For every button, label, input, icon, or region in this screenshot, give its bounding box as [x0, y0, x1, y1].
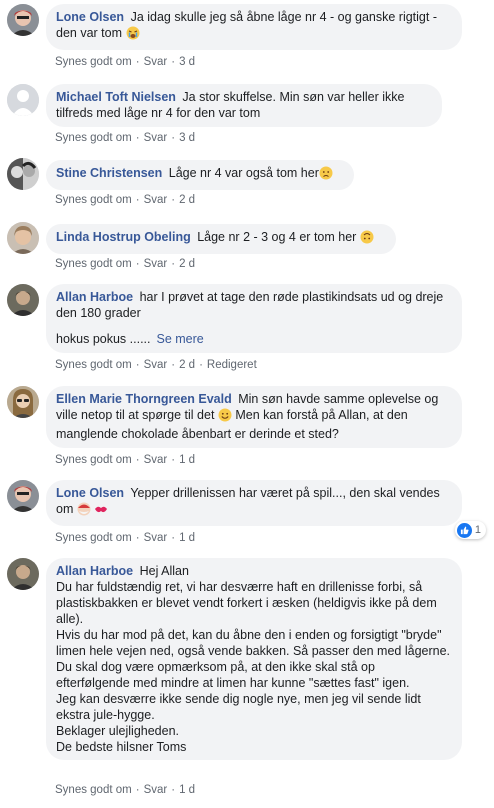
comment-time[interactable]: 1 d: [179, 784, 195, 796]
comment-bubble: Ellen Marie Thorngreen Evald Min søn hav…: [46, 386, 462, 448]
comment-time[interactable]: 1 d: [179, 454, 195, 466]
comment-bubble: Allan Harboe Hej Allan Du har fuldstændi…: [46, 558, 462, 760]
disappointed-face-emoji: [319, 166, 333, 184]
like-link[interactable]: Synes godt om: [55, 258, 132, 270]
comment-actions: Synes godt om · Svar · 1 d: [55, 784, 196, 796]
comment-bubble: Lone Olsen Ja idag skulle jeg så åbne lå…: [46, 4, 462, 50]
comment-author[interactable]: Allan Harboe: [56, 564, 133, 578]
comment-author[interactable]: Ellen Marie Thorngreen Evald: [56, 392, 232, 406]
avatar[interactable]: [7, 222, 39, 254]
reply-link[interactable]: Svar: [144, 258, 168, 270]
see-more-link[interactable]: Se mere: [157, 332, 204, 346]
smiling-face-emoji: [218, 408, 232, 426]
reply-link[interactable]: Svar: [144, 532, 168, 544]
like-link[interactable]: Synes godt om: [55, 359, 132, 371]
like-link[interactable]: Synes godt om: [55, 132, 132, 144]
comment-actions: Synes godt om · Svar · 3 d: [55, 56, 196, 68]
comment-time[interactable]: 1 d: [179, 532, 195, 544]
reply-link[interactable]: Svar: [144, 132, 168, 144]
reaction-badge[interactable]: 1: [454, 521, 486, 539]
comment-line: Hvis du har mod på det, kan du åbne den …: [56, 628, 451, 658]
comment-author[interactable]: Stine Christensen: [56, 166, 162, 180]
comment-time[interactable]: 2 d: [179, 359, 195, 371]
comment-time[interactable]: 2 d: [179, 258, 195, 270]
comment-bubble: Allan Harboe har I prøvet at tage den rø…: [46, 284, 462, 353]
reply-link[interactable]: Svar: [144, 194, 168, 206]
avatar[interactable]: [7, 284, 39, 316]
upside-down-face-emoji: [360, 230, 374, 248]
reply-link[interactable]: Svar: [144, 56, 168, 68]
comment-actions: Synes godt om · Svar · 2 d: [55, 194, 196, 206]
reply-link[interactable]: Svar: [144, 784, 168, 796]
avatar[interactable]: [7, 84, 39, 116]
comment-bubble: Stine Christensen Låge nr 4 var også tom…: [46, 160, 354, 190]
like-link[interactable]: Synes godt om: [55, 532, 132, 544]
comment-text-continued: hokus pokus ......: [56, 332, 151, 346]
like-link[interactable]: Synes godt om: [55, 56, 132, 68]
comment-line: Jeg kan desværre ikke sende dig nogle ny…: [56, 692, 421, 722]
comment-time[interactable]: 2 d: [179, 194, 195, 206]
comment-line: De bedste hilsner Toms: [56, 740, 187, 754]
comment-actions: Synes godt om · Svar · 2 d: [55, 258, 196, 270]
comment-line: Beklager ulejligheden.: [56, 724, 180, 738]
comment-actions: Synes godt om · Svar · 2 d · Redigeret: [55, 359, 257, 371]
comment-bubble: Linda Hostrup Obeling Låge nr 2 - 3 og 4…: [46, 224, 396, 254]
comment-bubble: Michael Toft Nielsen Ja stor skuffelse. …: [46, 84, 442, 127]
comment-text: Låge nr 2 - 3 og 4 er tom her: [197, 230, 357, 244]
edited-label[interactable]: Redigeret: [207, 359, 257, 371]
comment-line: Du skal dog være opmærksom på, at den ik…: [56, 660, 410, 690]
comment-author[interactable]: Lone Olsen: [56, 10, 124, 24]
avatar[interactable]: [7, 480, 39, 512]
comment-author[interactable]: Lone Olsen: [56, 486, 124, 500]
like-link[interactable]: Synes godt om: [55, 194, 132, 206]
comment-time[interactable]: 3 d: [179, 56, 195, 68]
santa-and-kiss-emoji: [77, 502, 109, 520]
like-link[interactable]: Synes godt om: [55, 784, 132, 796]
reaction-count: 1: [474, 524, 481, 536]
comment-actions: Synes godt om · Svar · 3 d: [55, 132, 196, 144]
comment-bubble: Lone Olsen Yepper drillenissen har været…: [46, 480, 462, 526]
thumbs-up-icon: [456, 522, 472, 538]
avatar[interactable]: [7, 158, 39, 190]
like-link[interactable]: Synes godt om: [55, 454, 132, 466]
reply-link[interactable]: Svar: [144, 454, 168, 466]
crying-face-emoji: [126, 26, 140, 44]
avatar[interactable]: [7, 558, 39, 590]
reply-link[interactable]: Svar: [144, 359, 168, 371]
comment-line: Hej Allan: [139, 564, 189, 578]
comment-actions: Synes godt om · Svar · 1 d: [55, 454, 196, 466]
avatar[interactable]: [7, 4, 39, 36]
comment-time[interactable]: 3 d: [179, 132, 195, 144]
comment-author[interactable]: Linda Hostrup Obeling: [56, 230, 191, 244]
comment-actions: Synes godt om · Svar · 1 d: [55, 532, 196, 544]
avatar[interactable]: [7, 386, 39, 418]
comment-text: Låge nr 4 var også tom her: [168, 166, 319, 180]
comment-author[interactable]: Michael Toft Nielsen: [56, 90, 176, 104]
comment-line: Du har fuldstændig ret, vi har desværre …: [56, 580, 437, 626]
comment-author[interactable]: Allan Harboe: [56, 290, 133, 304]
